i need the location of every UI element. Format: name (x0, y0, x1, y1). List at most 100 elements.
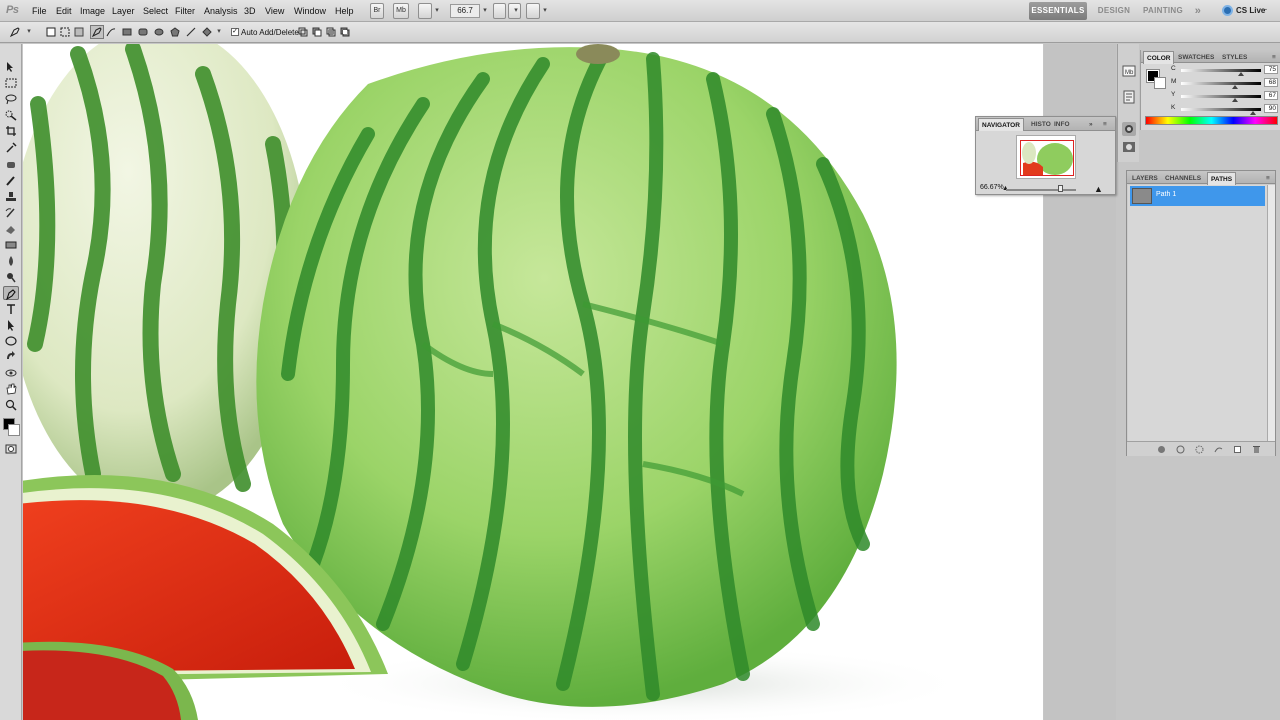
view-extras-button[interactable] (418, 3, 432, 19)
spot-healing-tool-icon[interactable] (3, 158, 19, 172)
custom-shape-tool-icon[interactable] (200, 25, 214, 39)
auto-add-delete-option[interactable]: ✓ Auto Add/Delete (231, 26, 299, 39)
blur-tool-icon[interactable] (3, 254, 19, 268)
black-value-field[interactable]: 90 (1264, 104, 1278, 113)
add-to-path-area-icon[interactable] (296, 25, 310, 39)
document-canvas[interactable] (23, 44, 1043, 720)
eyedropper-tool-icon[interactable] (3, 140, 19, 154)
tab-layers[interactable]: LAYERS (1129, 172, 1161, 185)
pen-tool-icon[interactable] (90, 25, 104, 39)
shape-dropdown-icon[interactable]: ▾ (214, 24, 224, 40)
screen-mode-dropdown-icon[interactable]: ▾ (540, 3, 550, 19)
workspace-essentials[interactable]: ESSENTIALS (1029, 2, 1087, 20)
move-tool-icon[interactable] (3, 60, 19, 74)
panel-menu-icon[interactable]: ≡ (1263, 172, 1273, 185)
menu-analysis[interactable]: Analysis (202, 0, 240, 22)
pen-tool-icon[interactable] (3, 286, 19, 300)
more-workspaces-icon[interactable]: » (1192, 2, 1204, 20)
tab-swatches[interactable]: SWATCHES (1175, 51, 1217, 64)
navigator-zoom-slider-knob[interactable] (1058, 185, 1063, 192)
gradient-tool-icon[interactable] (3, 238, 19, 252)
stroke-path-icon[interactable] (1176, 445, 1185, 454)
load-path-as-selection-icon[interactable] (1195, 445, 1204, 454)
magenta-slider[interactable] (1181, 82, 1261, 85)
line-tool-icon[interactable] (184, 25, 198, 39)
fill-pixels-icon[interactable] (72, 25, 86, 39)
path-row[interactable]: Path 1 (1130, 186, 1265, 206)
view-extras-dropdown-icon[interactable]: ▾ (432, 3, 442, 19)
freeform-pen-icon[interactable] (104, 25, 118, 39)
path-selection-tool-icon[interactable] (3, 318, 19, 332)
color-spectrum-ramp[interactable] (1145, 116, 1278, 125)
screen-mode-button[interactable] (526, 3, 540, 19)
magenta-value-field[interactable]: 68 (1264, 78, 1278, 87)
3d-orbit-tool-icon[interactable] (3, 366, 19, 380)
delete-path-icon[interactable] (1252, 445, 1261, 454)
hand-tool-button[interactable] (493, 3, 506, 19)
zoom-level-field[interactable]: 66.7 (450, 4, 480, 18)
exclude-path-area-icon[interactable] (338, 25, 352, 39)
pen-tool-preset-icon[interactable] (8, 25, 22, 39)
tab-channels[interactable]: CHANNELS (1162, 172, 1204, 185)
zoom-tool-icon[interactable] (3, 398, 19, 412)
menu-image[interactable]: Image (78, 0, 107, 22)
yellow-slider-knob[interactable] (1231, 98, 1238, 102)
rectangle-tool-icon[interactable] (120, 25, 134, 39)
quick-mask-icon[interactable] (3, 442, 19, 456)
crop-tool-icon[interactable] (3, 124, 19, 138)
hand-tool-icon[interactable] (3, 382, 19, 396)
ellipse-tool-icon[interactable] (152, 25, 166, 39)
path-name[interactable]: Path 1 (1156, 191, 1176, 198)
brush-tool-icon[interactable] (3, 174, 19, 188)
mini-bridge-panel-icon[interactable]: Mb (1122, 64, 1136, 78)
subtract-path-area-icon[interactable] (310, 25, 324, 39)
eraser-tool-icon[interactable] (3, 222, 19, 236)
zoom-in-icon[interactable]: ▲ (1094, 184, 1103, 194)
history-brush-tool-icon[interactable] (3, 206, 19, 220)
new-path-icon[interactable] (1233, 445, 1242, 454)
black-slider-knob[interactable] (1250, 111, 1256, 115)
menu-file[interactable]: File (30, 0, 49, 22)
menu-window[interactable]: Window (292, 0, 328, 22)
navigator-zoom-slider[interactable] (1006, 189, 1076, 191)
lasso-tool-icon[interactable] (3, 92, 19, 106)
minimize-icon[interactable]: – (1258, 4, 1270, 16)
menu-filter[interactable]: Filter (173, 0, 197, 22)
3d-rotate-tool-icon[interactable] (3, 350, 19, 364)
menu-layer[interactable]: Layer (110, 0, 137, 22)
menu-view[interactable]: View (263, 0, 286, 22)
navigator-view-box[interactable] (1020, 140, 1074, 176)
workspace-painting[interactable]: PAINTING (1140, 2, 1186, 20)
workspace-design[interactable]: DESIGN (1094, 2, 1134, 20)
rounded-rectangle-tool-icon[interactable] (136, 25, 150, 39)
cyan-slider[interactable] (1181, 69, 1261, 72)
navigator-preview[interactable] (1016, 135, 1076, 179)
clone-stamp-tool-icon[interactable] (3, 190, 19, 204)
panel-menu-icon[interactable]: ≡ (1269, 51, 1279, 64)
panel-collapse-icon[interactable]: » (1086, 118, 1096, 131)
auto-add-delete-checkbox[interactable]: ✓ (231, 27, 239, 36)
masks-panel-icon[interactable] (1122, 140, 1136, 154)
magenta-slider-knob[interactable] (1232, 85, 1239, 89)
panel-menu-icon[interactable]: ≡ (1100, 118, 1110, 131)
navigator-zoom-value[interactable]: 66.67% (980, 184, 1004, 191)
mini-bridge-button[interactable]: Mb (393, 3, 409, 19)
adjustments-panel-icon[interactable] (1122, 122, 1136, 136)
type-tool-icon[interactable] (3, 302, 19, 316)
menu-edit[interactable]: Edit (54, 0, 74, 22)
tab-histogram[interactable]: HISTO (1028, 118, 1054, 131)
history-panel-icon[interactable] (1122, 90, 1136, 104)
background-color-swatch[interactable] (1154, 77, 1166, 89)
paths-mode-icon[interactable] (58, 25, 72, 39)
cyan-value-field[interactable]: 75 (1264, 65, 1278, 74)
tab-navigator[interactable]: NAVIGATOR (978, 118, 1024, 131)
bridge-button[interactable]: Br (370, 3, 384, 19)
black-slider[interactable] (1181, 108, 1261, 111)
shape-layers-icon[interactable] (44, 25, 58, 39)
make-work-path-icon[interactable] (1214, 445, 1223, 454)
ellipse-shape-tool-icon[interactable] (3, 334, 19, 348)
yellow-value-field[interactable]: 67 (1264, 91, 1278, 100)
tab-styles[interactable]: STYLES (1219, 51, 1250, 64)
tab-paths[interactable]: PATHS (1207, 172, 1237, 185)
paths-scrollbar[interactable] (1267, 185, 1275, 441)
